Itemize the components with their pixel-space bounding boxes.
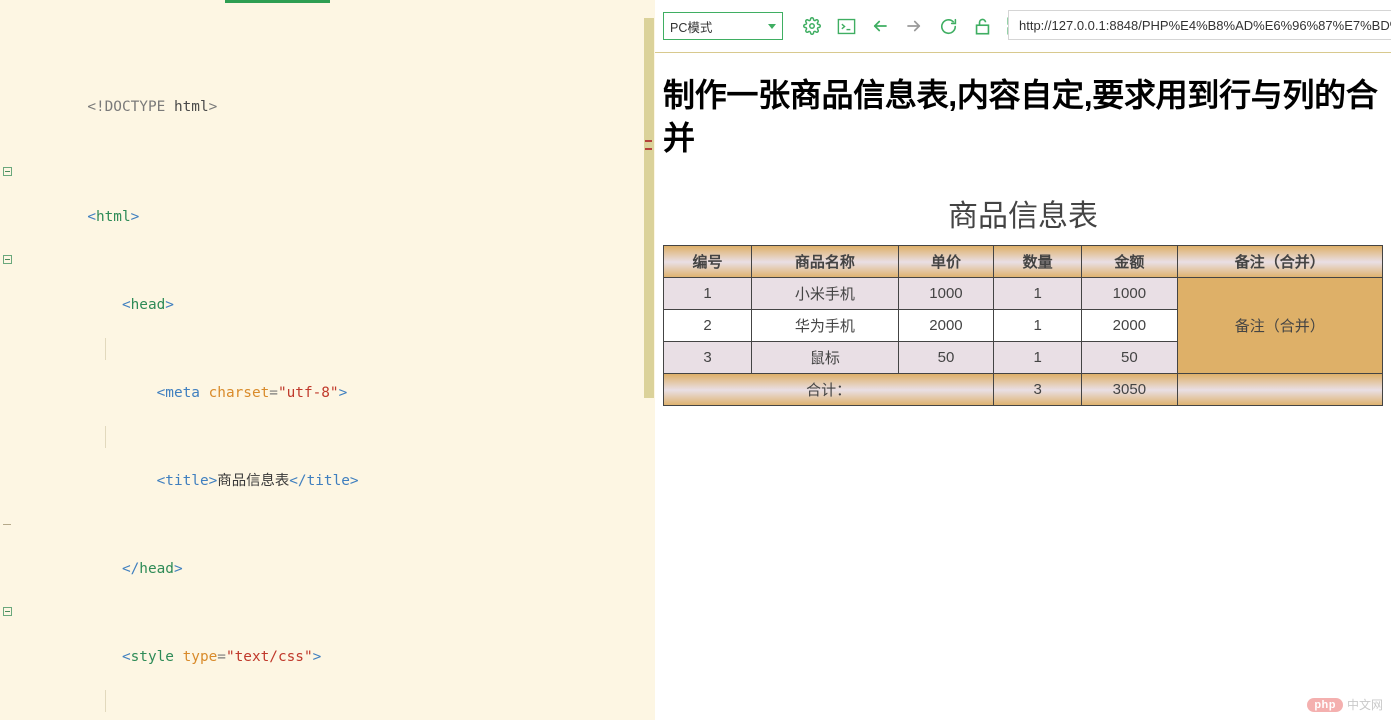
cell-amount: 1000 — [1081, 277, 1178, 311]
application-window: <!DOCTYPE html> <html> <head> <meta char… — [0, 0, 1391, 720]
fold-end-marker — [3, 524, 11, 525]
scroll-marker — [645, 148, 652, 150]
table-header-row: 编号 商品名称 单价 数量 金额 备注（合并） — [662, 245, 1384, 279]
cell-price: 50 — [897, 341, 995, 375]
scroll-marker — [645, 140, 652, 142]
gear-icon[interactable] — [799, 13, 825, 39]
table-foot: 合计： 3 3050 — [662, 373, 1384, 407]
table-body: 1 小米手机 1000 1 1000 备注（合并） 2 华为手机 2000 1 … — [662, 277, 1384, 375]
cell-name: 鼠标 — [751, 341, 899, 375]
col-header-id: 编号 — [662, 245, 753, 279]
watermark: php 中文网 — [1307, 696, 1383, 713]
code-line[interactable]: <title>商品信息表</title> — [0, 426, 645, 489]
col-header-price: 单价 — [897, 245, 995, 279]
fold-toggle-icon[interactable] — [3, 167, 12, 176]
footer-qty-total: 3 — [993, 373, 1083, 407]
code-content[interactable]: <!DOCTYPE html> <html> <head> <meta char… — [0, 8, 645, 720]
code-line[interactable]: table{border-collapse: collapse;width: 1… — [0, 690, 645, 712]
watermark-badge: php — [1307, 697, 1343, 712]
cell-qty: 1 — [993, 309, 1083, 343]
footer-amount-total: 3050 — [1081, 373, 1178, 407]
code-line[interactable]: <head> — [0, 250, 645, 313]
watermark-text: 中文网 — [1346, 698, 1383, 712]
url-input[interactable]: http://127.0.0.1:8848/PHP%E4%B8%AD%E6%96… — [1008, 10, 1391, 40]
device-mode-label: PC模式 — [670, 20, 713, 35]
cell-amount: 50 — [1081, 341, 1178, 375]
table-head: 编号 商品名称 单价 数量 金额 备注（合并） — [662, 245, 1384, 279]
back-arrow-icon[interactable] — [867, 13, 893, 39]
cell-qty: 1 — [993, 277, 1083, 311]
fold-toggle-icon[interactable] — [3, 255, 12, 264]
code-line[interactable]: <html> — [0, 162, 645, 225]
col-header-note: 备注（合并） — [1176, 245, 1384, 279]
cell-amount: 2000 — [1081, 309, 1178, 343]
chevron-down-icon — [768, 23, 776, 29]
cell-qty: 1 — [993, 341, 1083, 375]
editor-scrollbar[interactable] — [643, 0, 655, 720]
cell-name: 华为手机 — [751, 309, 899, 343]
refresh-icon[interactable] — [935, 13, 961, 39]
col-header-amount: 金额 — [1081, 245, 1178, 279]
cell-note-merged: 备注（合并） — [1176, 277, 1384, 375]
fold-toggle-icon[interactable] — [3, 607, 12, 616]
page-title: 制作一张商品信息表,内容自定,要求用到行与列的合并 — [663, 77, 1378, 157]
cell-id: 3 — [662, 341, 753, 375]
cell-price: 1000 — [897, 277, 995, 311]
table-row: 1 小米手机 1000 1 1000 备注（合并） — [662, 277, 1384, 375]
table-footer-row: 合计： 3 3050 — [662, 373, 1384, 407]
code-line[interactable]: </head> — [0, 514, 645, 577]
cell-name: 小米手机 — [751, 277, 899, 311]
browser-preview-pane: PC模式 http://127.0.0.1:8848/PHP%E4%B8%AD%… — [655, 0, 1391, 720]
rendered-page: 制作一张商品信息表,内容自定,要求用到行与列的合并 商品信息表 编号 商品名称 … — [655, 53, 1391, 719]
code-line[interactable]: <style type="text/css"> — [0, 602, 645, 665]
col-header-qty: 数量 — [993, 245, 1083, 279]
active-tab-indicator — [225, 0, 330, 3]
footer-label: 合计： — [662, 373, 995, 407]
unlock-icon[interactable] — [969, 13, 995, 39]
device-mode-select[interactable]: PC模式 — [663, 12, 783, 40]
forward-arrow-icon[interactable] — [901, 13, 927, 39]
goods-info-table: 商品信息表 编号 商品名称 单价 数量 金额 备注（合并） 1 小米手机 100… — [662, 181, 1384, 407]
cell-price: 2000 — [897, 309, 995, 343]
code-editor-pane[interactable]: <!DOCTYPE html> <html> <head> <meta char… — [0, 0, 655, 720]
cell-id: 2 — [662, 309, 753, 343]
cell-id: 1 — [662, 277, 753, 311]
browser-toolbar: PC模式 http://127.0.0.1:8848/PHP%E4%B8%AD%… — [655, 0, 1391, 53]
footer-note — [1176, 373, 1384, 407]
code-line[interactable]: <!DOCTYPE html> — [0, 74, 645, 115]
editor-scrollbar-thumb[interactable] — [644, 18, 654, 398]
terminal-icon[interactable] — [833, 13, 859, 39]
table-caption: 商品信息表 — [948, 200, 1098, 234]
code-line[interactable]: <meta charset="utf-8"> — [0, 338, 645, 401]
col-header-name: 商品名称 — [751, 245, 899, 279]
url-text: http://127.0.0.1:8848/PHP%E4%B8%AD%E6%96… — [1019, 17, 1391, 33]
